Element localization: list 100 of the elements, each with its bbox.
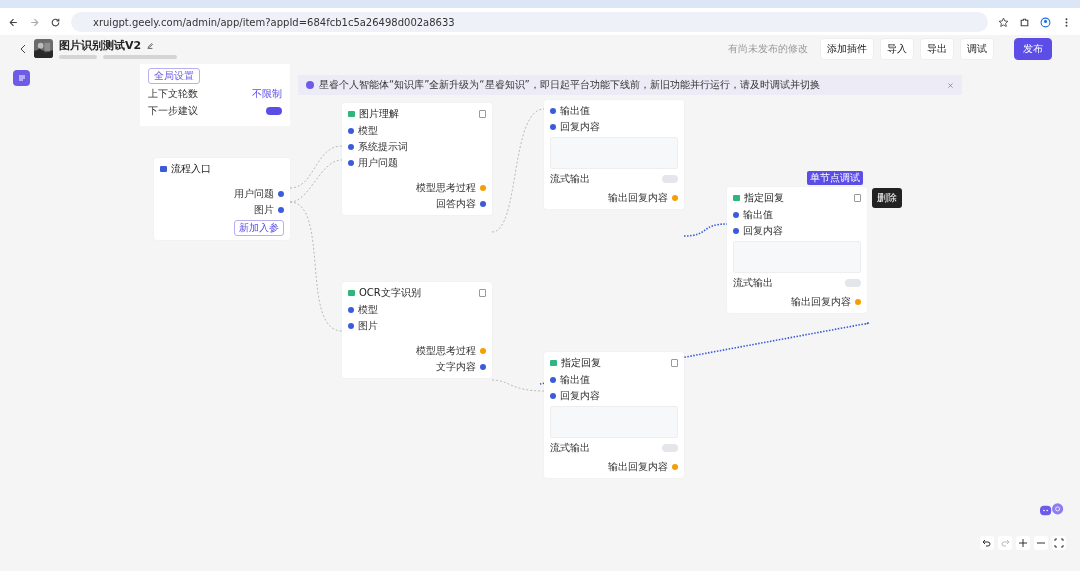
workflow-node[interactable]: 指定回复 输出值 回复内容 流式输出 输出回复内容 [544,352,684,478]
port-dot[interactable] [480,201,486,207]
input-label: 模型 [358,124,378,138]
toggle-switch[interactable] [662,444,678,452]
setting-label: 上下文轮数 [148,87,198,101]
tooltip: 删除 [872,188,902,208]
node-title: 指定回复 [744,191,785,205]
zoom-in-icon[interactable] [1016,536,1030,550]
setting-value[interactable]: 不限制 [252,87,282,101]
back-icon[interactable] [18,43,28,54]
node-title: OCR文字识别 [359,286,422,300]
output-label: 输出回复内容 [608,460,668,474]
reload-icon[interactable] [50,16,61,28]
node-type-icon [733,195,740,201]
forward-icon[interactable] [29,16,40,28]
input-label: 系统提示词 [358,140,408,154]
toggle-label: 流式输出 [733,276,773,290]
port-dot[interactable] [550,377,556,383]
node-title: 流程入口 [171,162,212,176]
output-label: 文字内容 [436,360,476,374]
settings-button[interactable]: 全局设置 [148,68,200,84]
port-dot[interactable] [348,128,354,134]
output-label: 输出回复内容 [791,295,851,309]
output-label: 输出回复内容 [608,191,668,205]
debug-badge[interactable]: 单节点调试 [807,171,863,185]
output-label: 模型思考过程 [416,181,476,195]
star-icon[interactable] [998,16,1009,28]
input-label: 图片 [358,319,378,333]
output-label: 用户问题 [234,187,274,201]
port-dot[interactable] [550,393,556,399]
port-dot[interactable] [348,144,354,150]
toolbar-button[interactable]: 调试 [960,37,994,60]
extension-icon[interactable] [1019,16,1030,28]
undo-icon[interactable] [980,536,994,550]
url-text: xruigpt.geely.com/admin/app/item?appId=684fcb1c5a26498d002a8633 [93,16,455,28]
info-icon [306,81,314,89]
app-title: 图片识别测试V2 [59,38,142,53]
port-dot[interactable] [672,464,678,470]
toolbar-button[interactable]: 导入 [880,37,914,60]
input-label: 输出值 [560,373,590,387]
address-bar[interactable]: xruigpt.geely.com/admin/app/item?appId=684fcb1c5a26498d002a8633 [71,12,988,32]
copy-icon[interactable] [479,289,486,297]
meta-placeholder-bar [59,55,97,59]
node-type-icon [348,290,355,296]
publish-button[interactable]: 发布 [1014,37,1052,60]
node-title: 图片理解 [359,107,400,121]
output-label: 回答内容 [436,197,476,211]
outline-button[interactable] [13,70,30,86]
input-label: 回复内容 [560,389,600,403]
zoom-out-icon[interactable] [1034,536,1048,550]
add-parameter-button[interactable]: 新加入参 [234,220,284,236]
port-dot[interactable] [348,323,354,329]
output-label: 图片 [254,203,274,217]
port-dot[interactable] [550,108,556,114]
copy-icon[interactable] [671,359,678,367]
input-label: 回复内容 [560,120,600,134]
notice-text: 星睿个人智能体“知识库”全新升级为“星睿知识”，即日起平台功能下线前，新旧功能并行运行，请及时调试并切换 [319,78,821,92]
port-dot[interactable] [278,207,284,213]
input-label: 输出值 [743,208,773,222]
profile-icon[interactable] [1040,16,1051,28]
toolbar-button[interactable]: 添加插件 [820,37,874,60]
workflow-node[interactable]: 流程入口 用户问题 图片 新加入参 [154,158,290,240]
toggle-switch[interactable] [266,107,282,115]
input-label: 用户问题 [358,156,398,170]
input-label: 模型 [358,303,378,317]
port-dot[interactable] [733,228,739,234]
edit-icon[interactable] [146,41,155,50]
port-dot[interactable] [672,195,678,201]
input-label: 回复内容 [743,224,783,238]
node-type-icon [348,111,355,117]
unpublished-status: 有尚未发布的修改 [728,41,808,56]
close-icon[interactable] [947,81,954,89]
port-dot[interactable] [480,185,486,191]
port-dot[interactable] [348,307,354,313]
port-dot[interactable] [278,191,284,197]
port-dot[interactable] [348,160,354,166]
toggle-switch[interactable] [662,175,678,183]
back-icon[interactable] [8,16,19,28]
workflow-node[interactable]: 图片理解 模型 系统提示词 用户问题 模型思考过程 回答内容 [342,103,492,215]
toggle-label: 流式输出 [550,172,590,186]
port-dot[interactable] [550,124,556,130]
node-title: 指定回复 [561,356,602,370]
list-icon [16,73,27,83]
workflow-node[interactable]: OCR文字识别 模型 图片 模型思考过程 文字内容 [342,282,492,378]
port-dot[interactable] [733,212,739,218]
port-dot[interactable] [480,348,486,354]
workflow-node[interactable]: 输出值 回复内容 流式输出 输出回复内容 [544,100,684,209]
toggle-label: 流式输出 [550,441,590,455]
copy-icon[interactable] [479,110,486,118]
toolbar-button[interactable]: 导出 [920,37,954,60]
node-type-icon [550,360,557,366]
port-dot[interactable] [480,364,486,370]
input-label: 输出值 [560,104,590,118]
output-label: 模型思考过程 [416,344,476,358]
fit-view-icon[interactable] [1052,536,1066,550]
setting-label: 下一步建议 [148,104,198,118]
copy-icon[interactable] [854,194,861,202]
toggle-switch[interactable] [845,279,861,287]
port-dot[interactable] [855,299,861,305]
node-type-icon [160,166,167,172]
